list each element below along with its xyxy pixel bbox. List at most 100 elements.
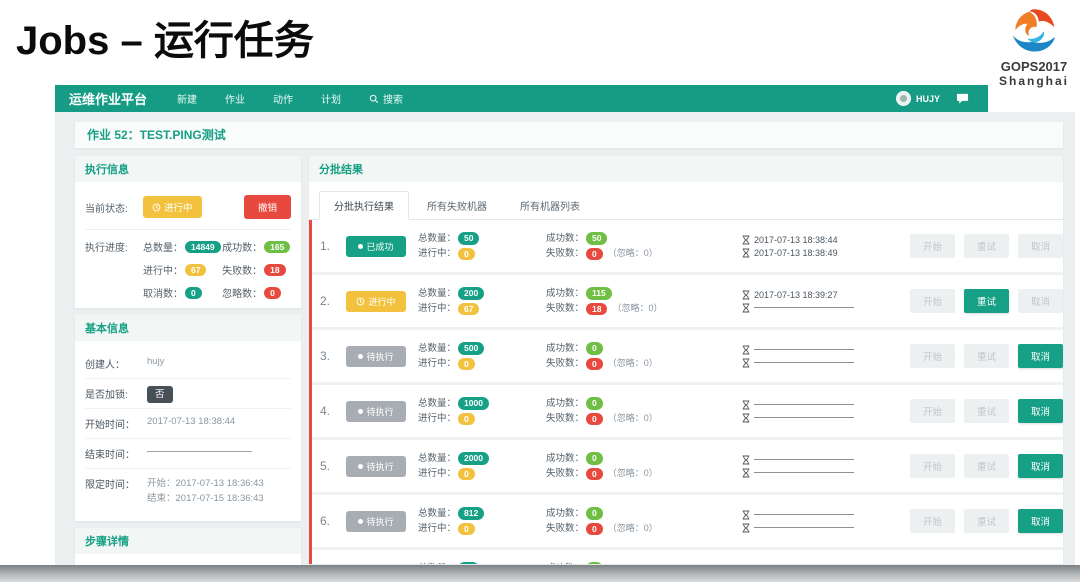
info-row: 限定时间：开始：2017-07-13 18:36:43结束：2017-07-15… [85,469,291,513]
start-button[interactable]: 开始 [910,234,955,258]
success-count-label: 成功数： [546,288,584,299]
batch-row: 5.待执行总数量：2000进行中：0成功数：0失败数：0（忽略：0）开始重试取消 [312,440,1063,492]
bottom-shadow [0,565,1080,582]
total-count-value: 50 [458,232,479,244]
brand[interactable]: 运维作业平台 [69,89,147,108]
cancel-button[interactable]: 取消 [1018,234,1063,258]
batch-status-badge: 已成功 [346,236,406,257]
nav-item-1[interactable]: 新建 [177,91,197,106]
end-time [742,358,910,368]
total-count: 总数量：500 [418,342,546,354]
in-progress-count: 进行中：0 [418,248,546,260]
stat-ignore-value: 0 [264,287,281,299]
start-button[interactable]: 开始 [910,289,955,313]
total-count-label: 总数量： [418,398,456,409]
start-time [742,455,910,465]
panel-basic-info: 基本信息 创建人：hujy是否加锁:否开始时间：2017-07-13 18:38… [75,315,301,521]
retry-button[interactable]: 重试 [964,234,1009,258]
start-time [742,510,910,520]
fail-count-label: 失败数： [546,468,584,479]
user-menu[interactable]: HUJY [896,91,940,106]
success-count: 成功数：115 [546,287,742,299]
revoke-button[interactable]: 撤销 [244,195,291,219]
slide-title: Jobs – 运行任务 [16,8,314,66]
retry-button[interactable]: 重试 [964,344,1009,368]
retry-button[interactable]: 重试 [964,454,1009,478]
empty-value-line [147,451,252,452]
tab-1[interactable]: 分批执行结果 [319,191,409,220]
fail-count-value: 0 [586,358,603,370]
ignore-count: （忽略：0） [612,303,662,314]
end-time: 2017-07-13 18:38:49 [742,248,910,258]
info-row: 是否加锁:否 [85,379,291,409]
stat-success-value: 165 [264,241,290,253]
start-button[interactable]: 开始 [910,399,955,423]
cancel-button[interactable]: 取消 [1018,289,1063,313]
stat-ignore-label: 忽略数： [222,285,262,300]
hourglass-icon [742,345,750,355]
info-value: 否 [147,386,173,401]
basic-info-rows: 创建人：hujy是否加锁:否开始时间：2017-07-13 18:38:44结束… [75,341,301,521]
batch-status-badge: 待执行 [346,511,406,532]
status-dot-icon [358,464,363,469]
success-count-value: 0 [586,452,603,464]
stat-total-value: 14849 [185,241,221,253]
start-button[interactable]: 开始 [910,344,955,368]
logo-text-gops: GOPS2017 [1001,59,1068,74]
chat-icon[interactable] [956,93,969,105]
success-count: 成功数：0 [546,452,742,464]
total-count-label: 总数量： [418,563,456,564]
nav-search[interactable]: 搜索 [369,91,403,106]
tab-2[interactable]: 所有失败机器 [412,191,502,220]
nav-right: HUJY [896,91,969,106]
start-button[interactable]: 开始 [910,509,955,533]
in-progress-count-value: 0 [458,413,475,425]
success-count-label: 成功数： [546,343,584,354]
in-progress-count-label: 进行中： [418,303,456,314]
success-count-label: 成功数： [546,453,584,464]
in-progress-count-value: 0 [458,358,475,370]
success-count: 成功数：0 [546,397,742,409]
status-dot-icon [358,409,363,414]
cancel-button[interactable]: 取消 [1018,399,1063,423]
nav-item-4[interactable]: 计划 [321,91,341,106]
success-count-value: 0 [586,342,603,354]
success-count-value: 0 [586,397,603,409]
ignore-count: （忽略：0） [608,523,658,534]
total-count-label: 总数量： [418,288,456,299]
cancel-button[interactable]: 取消 [1018,344,1063,368]
panel-step-details-title: 步骤详情 [75,528,301,554]
batch-number: 1. [320,239,346,253]
username: HUJY [916,94,940,104]
clock-icon [152,203,161,212]
fail-count: 失败数：0（忽略：0） [546,248,742,260]
start-button[interactable]: 开始 [910,454,955,478]
batch-number: 4. [320,404,346,418]
batch-status-badge: 进行中 [346,291,406,312]
retry-button[interactable]: 重试 [964,509,1009,533]
success-count-label: 成功数： [546,563,584,564]
in-progress-count-label: 进行中： [418,523,456,534]
retry-button[interactable]: 重试 [964,289,1009,313]
nav-item-2[interactable]: 作业 [225,91,245,106]
fail-count-label: 失败数： [546,358,584,369]
app-window: 运维作业平台 新建作业动作计划 搜索 HUJY 作业 52：TES [55,85,1075,565]
fail-count-value: 18 [586,303,607,315]
tab-3[interactable]: 所有机器列表 [505,191,595,220]
stat-ignore: 忽略数：0 [222,285,291,300]
batch-status-badge: 待执行 [346,456,406,477]
hourglass-icon [742,248,750,258]
panel-batch-results: 分批结果 分批执行结果所有失败机器所有机器列表 1.已成功总数量：50进行中：0… [309,156,1063,564]
batch-number: 3. [320,349,346,363]
retry-button[interactable]: 重试 [964,399,1009,423]
ignore-count: （忽略：0） [608,248,658,259]
total-count-value: 50 [458,562,479,564]
in-progress-count-value: 0 [458,248,475,260]
cancel-button[interactable]: 取消 [1018,454,1063,478]
nav-item-3[interactable]: 动作 [273,91,293,106]
cancel-button[interactable]: 取消 [1018,509,1063,533]
total-count: 总数量：50 [418,232,546,244]
success-count: 成功数：50 [546,232,742,244]
hourglass-icon [742,358,750,368]
end-time [742,413,910,423]
